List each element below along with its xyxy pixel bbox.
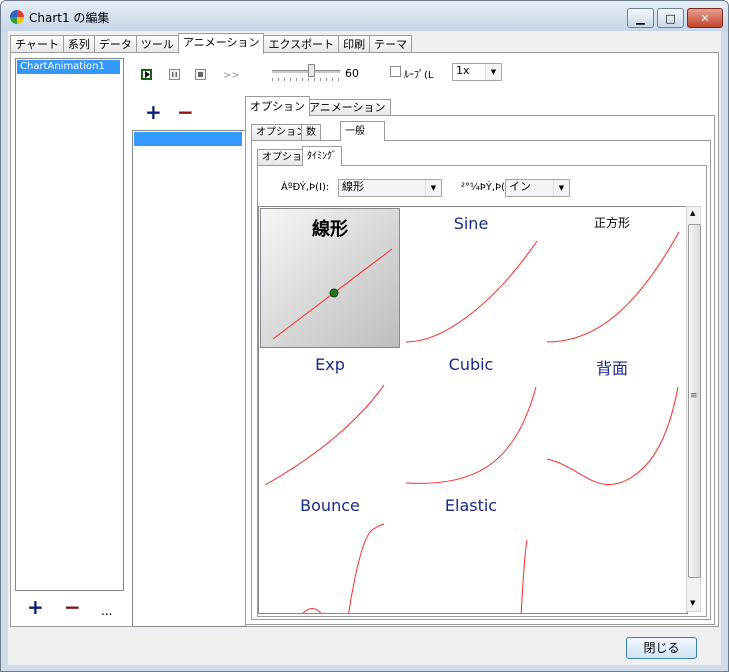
close-window-button[interactable]: ✕ (687, 8, 723, 28)
list-item[interactable] (134, 132, 242, 146)
easing-curve (272, 248, 393, 340)
maximize-button[interactable]: □ (657, 8, 684, 28)
easing-curve (405, 386, 537, 484)
easing-curve (302, 523, 385, 613)
easing-grid: 線形 Sine 正方形 Exp Cubic 背面 Bounce Elastic (258, 206, 688, 614)
loop-label: ﾙｰﾌﾟ(L (404, 70, 434, 81)
easing-cell-linear[interactable]: 線形 (260, 208, 400, 348)
more-button[interactable]: ... (101, 604, 112, 618)
step-list[interactable] (132, 130, 246, 627)
add-step-button[interactable]: + (145, 102, 162, 122)
add-animation-button[interactable]: + (27, 597, 44, 617)
tab-theme[interactable]: テーマ (369, 35, 413, 53)
remove-step-button[interactable]: − (177, 102, 194, 122)
easing-scrollbar[interactable]: ▲ ≡ ▼ (686, 206, 701, 612)
easing-cell-back[interactable]: 背面 (542, 349, 682, 489)
forward-button[interactable]: >> (223, 70, 240, 81)
easing-curve (405, 240, 538, 343)
play-icon (145, 71, 150, 78)
easing-mode-value: イン (509, 180, 531, 193)
easing-marker (329, 288, 339, 298)
easing-curve (264, 384, 385, 486)
tab-tools[interactable]: ツール (135, 35, 179, 53)
main-tabs: チャート 系列 データ ツール アニメーション エクスポート 印刷 テーマ (10, 33, 413, 54)
easing-mode-select[interactable]: イン ▼ (505, 179, 570, 197)
tab-export[interactable]: エクスポート (263, 35, 340, 53)
tab-series[interactable]: 系列 (62, 35, 95, 53)
stop-button[interactable] (195, 69, 206, 80)
easing-cell-exp[interactable]: Exp (260, 349, 400, 489)
timing-label-2: ²°¼ÞÝ,Þ( (461, 182, 505, 193)
rate-select[interactable]: 1x ▼ (452, 63, 502, 81)
dialog-client: チャート 系列 データ ツール アニメーション エクスポート 印刷 テーマ Ch… (8, 31, 721, 665)
chevron-down-icon: ▼ (425, 180, 441, 196)
easing-curve (546, 231, 680, 343)
grip-icon: ≡ (690, 391, 698, 401)
pause-button[interactable] (169, 69, 180, 80)
window-title: Chart1 の編集 (29, 11, 110, 25)
easing-cell-sine[interactable]: Sine (401, 208, 541, 348)
title-bar[interactable]: Chart1 の編集 ▁ □ ✕ (1, 1, 728, 31)
minimize-button[interactable]: ▁ (627, 8, 654, 28)
edit-window: Chart1 の編集 ▁ □ ✕ チャート 系列 データ ツール アニメーション… (0, 0, 729, 672)
speed-slider[interactable] (272, 70, 340, 73)
close-dialog-button[interactable]: 閉じる (626, 637, 697, 659)
rate-value: 1x (456, 64, 470, 77)
easing-cell-cubic[interactable]: Cubic (401, 349, 541, 489)
tab-print[interactable]: 印刷 (338, 35, 371, 53)
chevron-down-icon: ▼ (553, 180, 569, 196)
easing-curve (520, 539, 528, 613)
easing-cell-bounce[interactable]: Bounce (260, 490, 400, 613)
tab-chart[interactable]: チャート (10, 35, 64, 53)
app-icon (10, 10, 24, 24)
slider-ticks (272, 78, 340, 81)
tab-animation[interactable]: アニメーション (177, 33, 265, 54)
tab-options[interactable]: オプション (245, 96, 310, 116)
slider-thumb[interactable] (308, 64, 315, 77)
tab-data[interactable]: データ (93, 35, 137, 53)
speed-value: 60 (345, 67, 359, 80)
tab-timing[interactable]: ﾀｲﾐﾝｸﾞ (302, 146, 342, 166)
easing-curve (546, 386, 679, 486)
tab-inner-general[interactable]: 一般 (340, 121, 385, 141)
easing-cell-elastic[interactable]: Elastic (401, 490, 541, 613)
pause-icon (172, 72, 177, 77)
tab-inner-count[interactable]: 数 (301, 124, 321, 140)
easing-cell-quad[interactable]: 正方形 (542, 208, 682, 348)
easing-type-value: 線形 (342, 180, 364, 193)
scroll-down-icon[interactable]: ▼ (690, 599, 695, 607)
play-button[interactable] (141, 69, 152, 80)
animation-list[interactable]: ChartAnimation1 (15, 58, 124, 591)
easing-type-select[interactable]: 線形 ▼ (338, 179, 442, 197)
stop-icon (198, 72, 203, 77)
list-item[interactable]: ChartAnimation1 (17, 60, 120, 74)
loop-checkbox[interactable] (390, 66, 401, 77)
scroll-up-icon[interactable]: ▲ (690, 209, 695, 217)
scroll-thumb[interactable]: ≡ (688, 224, 701, 578)
remove-animation-button[interactable]: − (64, 597, 81, 617)
chevron-down-icon: ▼ (485, 64, 501, 80)
timing-label-1: ÀºÐÝ,Þ(I): (281, 182, 330, 193)
tab-animation-sub[interactable]: アニメーション (304, 99, 391, 116)
